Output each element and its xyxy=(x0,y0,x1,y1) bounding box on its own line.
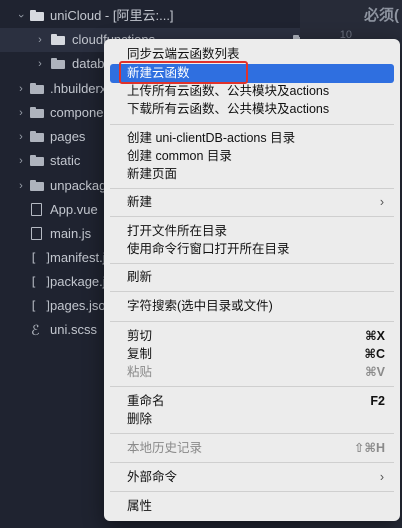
menu-separator xyxy=(110,491,394,492)
menu-item-text-search[interactable]: 字符搜索(选中目录或文件) xyxy=(110,297,394,316)
menu-item-new-page[interactable]: 新建页面 xyxy=(110,165,394,184)
menu-item-paste: 粘贴 ⌘V xyxy=(110,363,394,382)
menu-separator xyxy=(110,291,394,292)
tree-item-label: static xyxy=(50,153,81,168)
folder-icon xyxy=(30,83,44,94)
menu-separator xyxy=(110,462,394,463)
menu-separator xyxy=(110,188,394,189)
menu-item-create-common[interactable]: 创建 common 目录 xyxy=(110,147,394,166)
menu-separator xyxy=(110,216,394,217)
tree-item-label: datab xyxy=(72,56,105,71)
highlight-annotation xyxy=(119,61,248,84)
file-icon xyxy=(31,227,42,240)
menu-separator xyxy=(110,124,394,125)
shortcut-label: ⌘C xyxy=(364,347,385,361)
folder-icon xyxy=(30,180,44,191)
tree-item-label: unpackag xyxy=(50,178,107,193)
menu-item-open-containing-folder[interactable]: 打开文件所在目录 xyxy=(110,222,394,241)
chevron-right-icon[interactable]: › xyxy=(14,77,28,101)
folder-icon xyxy=(30,131,44,142)
chevron-right-icon[interactable]: › xyxy=(14,125,28,149)
menu-separator xyxy=(110,321,394,322)
tree-item-label: main.js xyxy=(50,226,92,241)
menu-separator xyxy=(110,386,394,387)
menu-item-open-in-terminal[interactable]: 使用命令行窗口打开所在目录 xyxy=(110,240,394,259)
tree-item-label: pages xyxy=(50,129,86,144)
scss-file-icon: ℰ xyxy=(31,322,40,338)
menu-item-external-commands[interactable]: 外部命令 › xyxy=(110,468,394,487)
menu-item-copy[interactable]: 复制 ⌘C xyxy=(110,345,394,364)
menu-item-upload-all[interactable]: 上传所有云函数、公共模块及actions xyxy=(110,82,394,101)
shortcut-label: F2 xyxy=(370,394,385,408)
tree-root-label: uniCloud - [阿里云:...] xyxy=(50,8,174,23)
chevron-right-icon[interactable]: › xyxy=(14,174,28,198)
chevron-right-icon: › xyxy=(379,470,384,484)
menu-separator xyxy=(110,263,394,264)
menu-item-new[interactable]: 新建 › xyxy=(110,193,394,212)
json-file-icon: [ ] xyxy=(30,251,52,265)
tree-item-label: compone xyxy=(50,105,104,120)
menu-item-refresh[interactable]: 刷新 xyxy=(110,268,394,287)
chevron-right-icon[interactable]: › xyxy=(14,101,28,125)
menu-item-cut[interactable]: 剪切 ⌘X xyxy=(110,327,394,346)
editor-heading: 必须( xyxy=(364,7,399,24)
chevron-right-icon: › xyxy=(379,195,384,209)
shortcut-label: ⌘X xyxy=(365,329,385,343)
folder-icon xyxy=(51,58,65,69)
menu-item-rename[interactable]: 重命名 F2 xyxy=(110,392,394,411)
folder-icon xyxy=(30,10,44,21)
tree-item-label: .hbuilderx xyxy=(50,81,107,96)
menu-item-download-all[interactable]: 下载所有云函数、公共模块及actions xyxy=(110,100,394,119)
shortcut-label: ⌘V xyxy=(365,365,385,379)
chevron-right-icon[interactable]: › xyxy=(33,28,47,52)
menu-item-properties[interactable]: 属性 xyxy=(110,497,394,516)
menu-item-create-clientdb-actions[interactable]: 创建 uni-clientDB-actions 目录 xyxy=(110,129,394,148)
menu-separator xyxy=(110,433,394,434)
tree-root-unicloud[interactable]: › uniCloud - [阿里云:...] xyxy=(0,4,300,28)
chevron-right-icon[interactable]: › xyxy=(33,52,47,76)
tree-item-label: pages.jso xyxy=(50,298,106,313)
shortcut-label: ⇧⌘H xyxy=(353,441,385,455)
chevron-right-icon[interactable]: › xyxy=(14,149,28,173)
context-menu: 同步云端云函数列表 新建云函数 上传所有云函数、公共模块及actions 下载所… xyxy=(104,39,400,521)
menu-item-delete[interactable]: 删除 xyxy=(110,410,394,429)
folder-icon xyxy=(30,155,44,166)
tree-item-label: App.vue xyxy=(50,202,98,217)
json-file-icon: [ ] xyxy=(30,275,52,289)
file-icon xyxy=(31,203,42,216)
folder-icon xyxy=(30,107,44,118)
folder-icon xyxy=(51,34,65,45)
tree-item-label: package.j xyxy=(50,274,106,289)
tree-item-label: manifest.j xyxy=(50,250,106,265)
json-file-icon: [ ] xyxy=(30,299,52,313)
tree-item-label: uni.scss xyxy=(50,322,97,337)
menu-item-local-history: 本地历史记录 ⇧⌘H xyxy=(110,439,394,458)
